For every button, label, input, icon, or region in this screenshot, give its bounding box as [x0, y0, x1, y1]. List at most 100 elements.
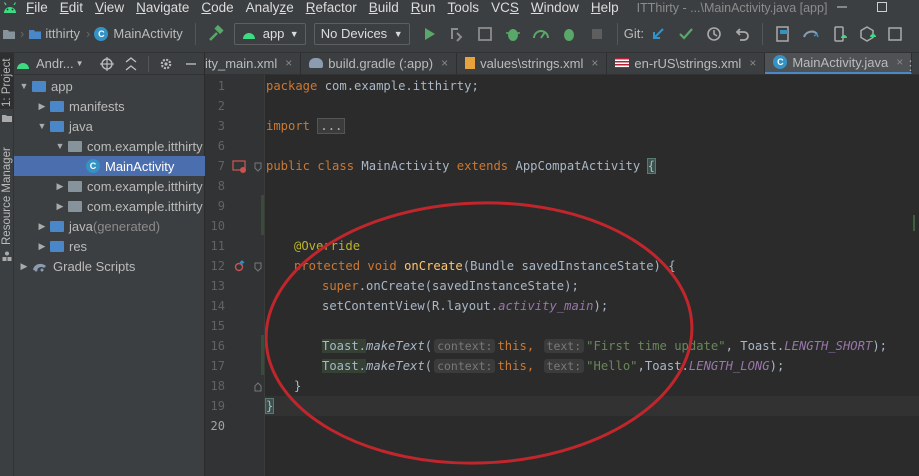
line-number[interactable]: 18: [205, 376, 225, 396]
line-number[interactable]: 8: [205, 176, 225, 196]
apply-changes-icon[interactable]: [446, 23, 468, 45]
line-number[interactable]: 11: [205, 236, 225, 256]
debug-icon[interactable]: [502, 23, 524, 45]
device-dropdown[interactable]: No Devices ▼: [313, 22, 410, 45]
code-line-8[interactable]: public class MainActivity extends AppCom…: [266, 156, 656, 176]
close-icon[interactable]: ×: [285, 56, 292, 70]
chevron-right-icon[interactable]: ▶: [18, 261, 30, 272]
avd-manager-icon[interactable]: [828, 23, 850, 45]
line-number[interactable]: 19: [205, 396, 225, 416]
menu-file[interactable]: File: [26, 0, 48, 15]
menu-window[interactable]: Window: [531, 0, 579, 15]
breadcrumb-project[interactable]: itthirty: [45, 26, 80, 41]
rollback-icon[interactable]: [731, 23, 753, 45]
close-icon[interactable]: ×: [441, 56, 448, 70]
code-line-1[interactable]: package com.example.itthirty;: [266, 76, 479, 96]
layout-inspector-icon[interactable]: [884, 23, 906, 45]
menu-navigate[interactable]: Navigate: [136, 0, 189, 15]
fold-end-marker-icon[interactable]: [254, 382, 262, 392]
tree-item[interactable]: C MainActivity: [14, 156, 205, 176]
editor-tab[interactable]: build.gradle (:app) ×: [301, 53, 458, 74]
line-number[interactable]: 16: [205, 336, 225, 356]
tree-item[interactable]: ▶ com.example.itthirty: [14, 196, 205, 216]
line-number[interactable]: 17: [205, 356, 225, 376]
line-number[interactable]: 13: [205, 276, 225, 296]
folder-icon[interactable]: [2, 27, 16, 41]
menu-run[interactable]: Run: [411, 0, 436, 15]
line-number[interactable]: 14: [205, 296, 225, 316]
run-icon[interactable]: [418, 23, 440, 45]
vcs-added-marker[interactable]: [261, 335, 264, 375]
close-icon[interactable]: ×: [896, 55, 903, 69]
code-line-3[interactable]: import ...: [266, 116, 346, 136]
sdk-manager-icon[interactable]: [856, 23, 878, 45]
line-number[interactable]: 1: [205, 76, 225, 96]
chevron-right-icon[interactable]: ▶: [36, 221, 48, 232]
menu-view[interactable]: View: [95, 0, 124, 15]
line-number[interactable]: 15: [205, 316, 225, 336]
menu-tools[interactable]: Tools: [448, 0, 480, 15]
stop-icon[interactable]: [586, 23, 608, 45]
profile-icon[interactable]: [530, 23, 552, 45]
menu-code[interactable]: Code: [201, 0, 233, 15]
history-icon[interactable]: [703, 23, 725, 45]
tree-item[interactable]: ▶ res: [14, 236, 205, 256]
menu-vcs[interactable]: VCS: [491, 0, 519, 15]
editor-tab[interactable]: en-rUS\strings.xml ×: [607, 53, 766, 74]
run-config-dropdown[interactable]: app ▼: [233, 22, 306, 45]
resource-manager-tab-label[interactable]: Resource Manager: [1, 147, 13, 245]
tree-item[interactable]: ▼ java: [14, 116, 205, 136]
editor-tab[interactable]: ity_main.xml ×: [205, 53, 302, 74]
attach-debugger-icon[interactable]: [558, 23, 580, 45]
tree-item[interactable]: ▼ app: [14, 76, 205, 96]
locate-target-icon[interactable]: [99, 56, 114, 71]
close-icon[interactable]: ×: [749, 56, 756, 70]
line-number[interactable]: 10: [205, 216, 225, 236]
menu-help[interactable]: Help: [591, 0, 619, 15]
implemented-marker-icon[interactable]: [232, 159, 248, 175]
chevron-right-icon[interactable]: ▶: [54, 201, 66, 212]
gear-icon[interactable]: [159, 57, 173, 71]
project-view-selector[interactable]: Andr...: [36, 56, 74, 71]
chevron-down-icon[interactable]: ▼: [18, 81, 30, 91]
maximize-icon[interactable]: [875, 0, 889, 14]
chevron-right-icon[interactable]: ▶: [54, 181, 66, 192]
folded-imports[interactable]: ...: [317, 118, 346, 134]
line-number[interactable]: 9: [205, 196, 225, 216]
tree-item[interactable]: ▶ com.example.itthirty: [14, 176, 205, 196]
editor-tab[interactable]: values\strings.xml ×: [457, 53, 608, 74]
editor-tab[interactable]: C MainActivity.java ×: [765, 53, 913, 74]
vcs-added-marker[interactable]: [261, 195, 264, 235]
menu-edit[interactable]: Edit: [60, 0, 83, 15]
line-number[interactable]: 7: [205, 156, 225, 176]
fold-marker-icon[interactable]: [254, 262, 262, 272]
minimize-icon[interactable]: [835, 0, 849, 14]
hammer-build-icon[interactable]: [205, 23, 227, 45]
apply-code-changes-icon[interactable]: [474, 23, 496, 45]
tree-item[interactable]: ▶ manifests: [14, 96, 205, 116]
line-number[interactable]: 2: [205, 96, 225, 116]
code-editor[interactable]: package com.example.itthirty; import ...…: [265, 75, 919, 476]
line-number[interactable]: 20: [205, 416, 225, 436]
menu-refactor[interactable]: Refactor: [306, 0, 357, 15]
chevron-down-icon[interactable]: ▼: [76, 59, 84, 68]
override-marker-icon[interactable]: [232, 260, 246, 274]
line-number[interactable]: 3: [205, 116, 225, 136]
menu-analyze[interactable]: Analyze: [246, 0, 294, 15]
git-update-icon[interactable]: [647, 23, 669, 45]
tree-item[interactable]: ▶ Gradle Scripts: [14, 256, 205, 276]
chevron-down-icon[interactable]: ▼: [54, 141, 66, 151]
chevron-right-icon[interactable]: ▶: [36, 101, 48, 112]
line-number[interactable]: 12: [205, 256, 225, 276]
breadcrumb-file[interactable]: MainActivity: [113, 26, 182, 41]
close-icon[interactable]: ×: [591, 56, 598, 70]
hide-panel-icon[interactable]: [185, 57, 197, 71]
git-commit-icon[interactable]: [675, 23, 697, 45]
gradle-sync-icon[interactable]: [800, 23, 822, 45]
collapse-all-icon[interactable]: [124, 56, 138, 71]
project-tool-tab-label[interactable]: 1: Project: [1, 58, 13, 107]
tab-overflow-icon[interactable]: ⋮: [904, 58, 917, 74]
tree-item[interactable]: ▶ java (generated): [14, 216, 205, 236]
fold-marker-icon[interactable]: [254, 162, 262, 172]
line-number[interactable]: 6: [205, 136, 225, 156]
